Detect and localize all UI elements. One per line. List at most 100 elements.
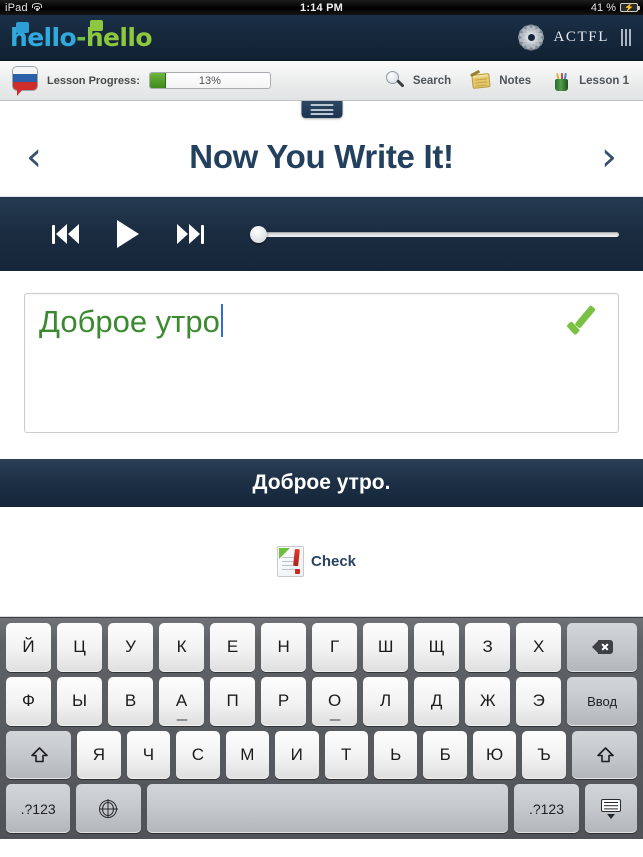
- drawer-handle-icon[interactable]: [301, 101, 342, 118]
- key-Н[interactable]: Н: [261, 623, 307, 672]
- key-Г[interactable]: Г: [312, 623, 358, 672]
- shift-key[interactable]: [571, 730, 638, 780]
- numeric-key[interactable]: .?123: [6, 784, 71, 833]
- notes-icon: [470, 69, 493, 92]
- green-checkmark-icon: [566, 305, 602, 336]
- backspace-icon: [591, 640, 613, 655]
- lesson-toolbar: Lesson Progress: 13% Search Notes Lesson…: [0, 61, 643, 101]
- answer-section: Доброе утро: [0, 271, 643, 433]
- skip-forward-icon[interactable]: [177, 224, 204, 244]
- keyboard-row: .?123 .?123: [3, 784, 640, 833]
- audio-player: [0, 197, 643, 271]
- keyboard-row: ЙЦУКЕНГШЩЗХ: [3, 623, 640, 672]
- play-icon[interactable]: [117, 220, 139, 248]
- status-bar-right: 41 % ⚡: [590, 1, 640, 14]
- key-Я[interactable]: Я: [77, 730, 121, 780]
- previous-activity-button[interactable]: ‹: [26, 137, 42, 177]
- notes-label: Notes: [499, 74, 532, 87]
- key-Ш[interactable]: Ш: [363, 623, 409, 672]
- prompt-banner: Доброе утро.: [0, 459, 643, 507]
- hide-keyboard-icon: [600, 798, 622, 819]
- notes-button[interactable]: Notes: [470, 69, 532, 92]
- key-З[interactable]: З: [465, 623, 511, 672]
- skip-back-icon[interactable]: [52, 224, 79, 244]
- key-К[interactable]: К: [159, 623, 205, 672]
- page-title: Now You Write It!: [189, 138, 454, 175]
- space-key[interactable]: [146, 784, 509, 833]
- toolbar-left: Lesson Progress: 13%: [12, 65, 271, 96]
- key-Х[interactable]: Х: [516, 623, 562, 672]
- key-Ю[interactable]: Ю: [472, 730, 517, 780]
- shift-icon: [31, 747, 48, 763]
- lesson-selector-button[interactable]: Lesson 1: [551, 70, 629, 92]
- key-Е[interactable]: Е: [210, 623, 256, 672]
- keyboard-row: ЯЧСМИТЬБЮЪ: [3, 730, 640, 780]
- answer-input[interactable]: Доброе утро: [24, 293, 619, 433]
- key-Т[interactable]: Т: [324, 730, 368, 780]
- key-Ф[interactable]: Ф: [6, 676, 52, 726]
- key-Й[interactable]: Й: [6, 623, 52, 672]
- key-У[interactable]: У: [108, 623, 154, 672]
- key-Л[interactable]: Л: [363, 676, 409, 726]
- battery-charging-icon: ⚡: [620, 3, 640, 12]
- key-Ц[interactable]: Ц: [57, 623, 103, 672]
- key-Ж[interactable]: Ж: [465, 676, 511, 726]
- key-Ь[interactable]: Ь: [373, 730, 418, 780]
- app-logo-text: hello-hello: [10, 23, 153, 52]
- key-Ч[interactable]: Ч: [126, 730, 171, 780]
- actfl-partner-badge[interactable]: ACTFL: [516, 23, 631, 53]
- key-Р[interactable]: Р: [261, 676, 307, 726]
- check-button[interactable]: Check: [276, 546, 357, 577]
- answer-typed-text: Доброе утро: [39, 304, 220, 339]
- app-logo[interactable]: hello-hello: [10, 20, 153, 52]
- progress-label: Lesson Progress:: [47, 74, 140, 87]
- title-section: ‹ Now You Write It! ›: [0, 101, 643, 197]
- check-section: Check: [0, 507, 643, 617]
- globe-icon: [99, 799, 118, 818]
- search-icon: [385, 70, 407, 92]
- status-bar-time: 1:14 PM: [300, 1, 343, 14]
- key-И[interactable]: И: [275, 730, 319, 780]
- text-caret: [220, 304, 223, 337]
- ios-status-bar: iPad 1:14 PM 41 % ⚡: [0, 0, 643, 15]
- menu-bars-icon[interactable]: [621, 29, 631, 46]
- onscreen-keyboard[interactable]: Й Ц У К Е Н Г Ш Щ З Х Ф Ы В А П Р О Л Д Ж Э Ввод Я Ч С М И Т Ь Б Ю Ъ .?12…: [0, 617, 643, 839]
- search-label: Search: [412, 74, 452, 87]
- keyboard-row: Ф Ы В А П Р О Л Д Ж Э Ввод: [3, 676, 640, 726]
- next-activity-button[interactable]: ›: [601, 137, 617, 177]
- key-М[interactable]: М: [225, 730, 270, 780]
- lesson-label: Lesson 1: [579, 74, 629, 87]
- check-document-icon: [276, 546, 304, 577]
- hide-keyboard-key[interactable]: [584, 784, 637, 833]
- shift-key[interactable]: [5, 730, 72, 780]
- backspace-key[interactable]: [567, 623, 637, 672]
- russian-flag-bubble-icon[interactable]: [12, 65, 38, 96]
- key-В[interactable]: В: [108, 676, 154, 726]
- key-Э[interactable]: Э: [516, 676, 562, 726]
- logo-dash: -: [76, 23, 86, 52]
- check-label: Check: [310, 553, 357, 570]
- key-А[interactable]: А: [159, 676, 205, 726]
- key-Ъ[interactable]: Ъ: [522, 730, 566, 780]
- search-button[interactable]: Search: [385, 70, 451, 92]
- scrubber-knob[interactable]: [250, 225, 267, 243]
- key-П[interactable]: П: [210, 676, 256, 726]
- key-Б[interactable]: Б: [423, 730, 467, 780]
- toolbar-right: Search Notes Lesson 1: [385, 69, 629, 92]
- key-Щ[interactable]: Щ: [414, 623, 460, 672]
- key-Ы[interactable]: Ы: [57, 676, 103, 726]
- key-Д[interactable]: Д: [414, 676, 460, 726]
- scrubber-track[interactable]: [250, 231, 619, 237]
- key-С[interactable]: С: [176, 730, 220, 780]
- enter-key[interactable]: Ввод: [567, 676, 637, 726]
- actfl-label: ACTFL: [553, 29, 609, 45]
- lesson-progress-bar: 13%: [148, 72, 271, 89]
- audio-scrubber[interactable]: [250, 225, 619, 243]
- speech-bubble-green-icon: [90, 20, 103, 31]
- battery-percent-label: 41 %: [590, 1, 616, 14]
- brand-bar: hello-hello ACTFL: [0, 15, 643, 61]
- progress-percent-label: 13%: [198, 74, 221, 87]
- numeric-key[interactable]: .?123: [514, 784, 579, 833]
- globe-key[interactable]: [76, 784, 141, 833]
- key-О[interactable]: О: [312, 676, 358, 726]
